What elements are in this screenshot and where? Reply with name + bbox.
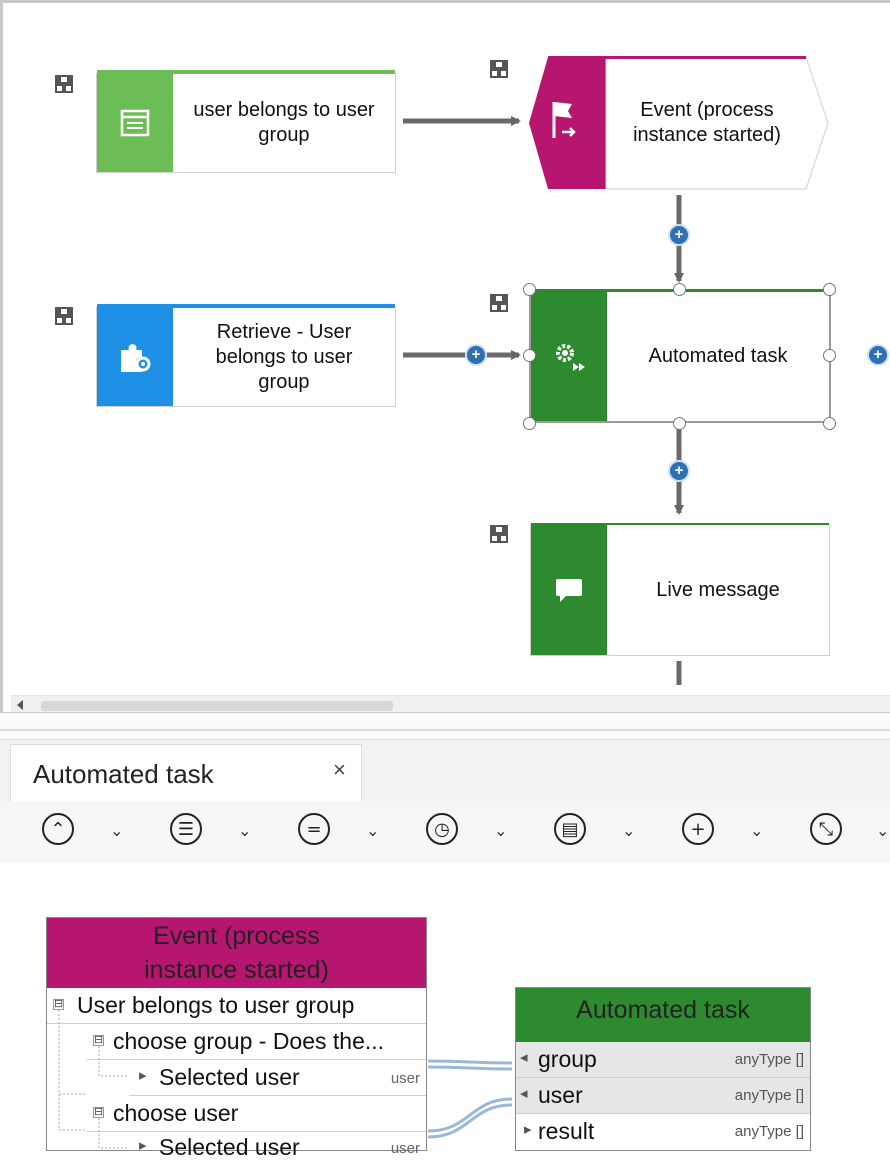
panel-splitter[interactable] xyxy=(0,729,890,731)
attribute-type: anyType [] xyxy=(734,1087,804,1104)
attribute-label: result xyxy=(538,1118,595,1144)
node-label: Retrieve - User belongs to user group xyxy=(215,320,353,393)
resize-handle[interactable] xyxy=(523,349,536,362)
caret-up-circle-icon[interactable]: ⌃ xyxy=(42,813,74,845)
resize-handle[interactable] xyxy=(673,283,686,296)
attribute-row-user[interactable]: ◂ user anyType [] xyxy=(516,1078,810,1114)
add-connection-button[interactable]: + xyxy=(668,224,690,246)
puzzle-gear-icon xyxy=(97,308,173,406)
attribute-label: user xyxy=(538,1082,583,1108)
assignment-icon[interactable] xyxy=(490,525,508,543)
tree-row[interactable]: ▸ Selected user user xyxy=(129,1060,426,1096)
tree-row[interactable]: ▸ Selected user user xyxy=(129,1130,426,1166)
model-canvas[interactable]: user belongs to user group Event (proces… xyxy=(0,0,890,712)
type-tag: user xyxy=(390,1070,420,1087)
node-user-belongs[interactable]: user belongs to user group xyxy=(96,70,396,173)
node-label: Live message xyxy=(656,578,780,601)
resize-handle[interactable] xyxy=(673,417,686,430)
list-circle-icon[interactable]: ☰ xyxy=(170,813,202,845)
panel-tab-bar: Automated task × xyxy=(0,739,890,802)
add-connection-button[interactable]: + xyxy=(668,460,690,482)
resize-handle[interactable] xyxy=(823,417,836,430)
tree-guides xyxy=(58,1010,129,1149)
flag-event-icon xyxy=(548,98,582,144)
attribute-label: group xyxy=(538,1046,597,1072)
clock-circle-icon[interactable]: ◷ xyxy=(426,813,458,845)
mapping-line-user xyxy=(427,1103,513,1139)
attribute-type: anyType [] xyxy=(734,1051,804,1068)
type-tag: user xyxy=(390,1140,420,1157)
node-label: user belongs to user group xyxy=(193,99,375,146)
node-label: Event (process instance started) xyxy=(633,99,781,146)
resize-handle[interactable] xyxy=(523,417,536,430)
mapping-line-group xyxy=(427,1059,513,1065)
source-object-box[interactable]: Event (process instance started) ⊟ User … xyxy=(46,917,427,1160)
form-icon xyxy=(97,74,173,172)
scrollbar-thumb[interactable] xyxy=(41,701,393,711)
inbound-arrow-icon: ◂ xyxy=(520,1049,528,1066)
node-label: Automated task xyxy=(648,345,788,367)
tree-row-label: choose group - Does the... xyxy=(113,1028,385,1054)
outbound-arrow-icon: ▸ xyxy=(524,1121,532,1138)
node-retrieve[interactable]: Retrieve - User belongs to user group xyxy=(96,304,396,407)
chevron-down-icon[interactable]: ⌄ xyxy=(110,821,123,840)
speech-bubble-icon xyxy=(531,525,607,655)
gear-play-icon xyxy=(531,292,607,421)
assignment-icon[interactable] xyxy=(490,294,508,312)
chevron-down-icon[interactable]: ⌄ xyxy=(750,821,763,840)
assignment-icon[interactable] xyxy=(55,307,73,325)
attribute-type: anyType [] xyxy=(734,1123,804,1140)
resize-handle[interactable] xyxy=(523,283,536,296)
tab-automated-task[interactable]: Automated task × xyxy=(10,744,362,802)
target-object-title: Automated task xyxy=(516,988,810,1042)
assignment-icon[interactable] xyxy=(490,60,508,78)
tree-row-label: Selected user xyxy=(159,1134,300,1160)
chevron-down-icon[interactable]: ⌄ xyxy=(876,821,889,840)
crosshair-circle-icon[interactable]: + xyxy=(682,813,714,845)
close-icon[interactable]: × xyxy=(333,757,346,783)
arrows-circle-icon[interactable]: ⤡ xyxy=(810,813,842,845)
chevron-down-icon[interactable]: ⌄ xyxy=(494,821,507,840)
attribute-row-result[interactable]: ▸ result anyType [] xyxy=(516,1114,810,1150)
chevron-down-icon[interactable]: ⌄ xyxy=(238,821,251,840)
mapping-line-group xyxy=(427,1065,513,1071)
mapping-area[interactable]: Event (process instance started) ⊟ User … xyxy=(0,863,890,1167)
assignment-icon[interactable] xyxy=(55,75,73,93)
target-object-box[interactable]: Automated task ◂ group anyType [] ◂ user… xyxy=(515,987,811,1151)
horizontal-scrollbar[interactable] xyxy=(11,695,890,712)
mapping-line-user xyxy=(427,1097,513,1133)
equals-circle-icon[interactable]: = xyxy=(298,813,330,845)
panel-toolbar: ⌃ ⌄ ☰ ⌄ = ⌄ ◷ ⌄ ▤ ⌄ + ⌄ ⤡ ⌄ xyxy=(0,801,890,864)
scroll-left-icon[interactable] xyxy=(17,700,23,710)
tab-title: Automated task xyxy=(33,759,214,789)
tree-row-label: Selected user xyxy=(159,1064,300,1090)
source-object-title: Event (process instance started) xyxy=(47,918,426,988)
add-connection-button[interactable]: + xyxy=(465,344,487,366)
resize-handle[interactable] xyxy=(823,349,836,362)
data-flow-panel: Automated task × ⌃ ⌄ ☰ ⌄ = ⌄ ◷ ⌄ ▤ ⌄ + ⌄… xyxy=(0,712,890,1167)
attribute-row-group[interactable]: ◂ group anyType [] xyxy=(516,1042,810,1078)
chevron-down-icon[interactable]: ⌄ xyxy=(366,821,379,840)
add-connection-button[interactable]: + xyxy=(867,344,889,366)
node-automated-task[interactable]: Automated task xyxy=(529,289,831,423)
node-live-message[interactable]: Live message xyxy=(530,523,830,656)
document-circle-icon[interactable]: ▤ xyxy=(554,813,586,845)
inbound-arrow-icon: ◂ xyxy=(520,1085,528,1102)
resize-handle[interactable] xyxy=(823,283,836,296)
chevron-down-icon[interactable]: ⌄ xyxy=(622,821,635,840)
